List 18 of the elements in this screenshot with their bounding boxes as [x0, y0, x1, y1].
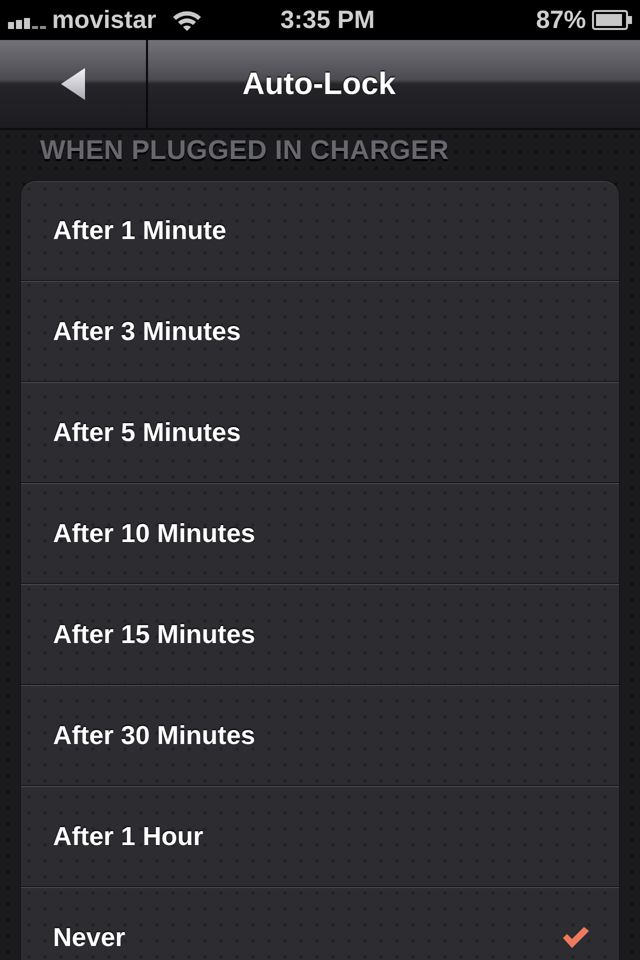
battery-percent: 87% — [536, 6, 586, 34]
option-row[interactable]: After 1 Hour — [21, 787, 619, 887]
back-icon — [61, 68, 85, 100]
option-row[interactable]: After 1 Minute — [21, 181, 619, 281]
option-row[interactable]: After 15 Minutes — [21, 585, 619, 685]
option-row[interactable]: After 30 Minutes — [21, 686, 619, 786]
option-row[interactable]: After 10 Minutes — [21, 484, 619, 584]
battery-icon — [592, 10, 632, 30]
option-row[interactable]: After 5 Minutes — [21, 383, 619, 483]
screen-title: Auto-Lock — [242, 66, 396, 102]
checkmark-icon — [563, 927, 589, 948]
option-row[interactable]: Never — [21, 888, 619, 960]
carrier-name: movistar — [52, 6, 156, 34]
option-row[interactable]: After 3 Minutes — [21, 282, 619, 382]
section-header: WHEN PLUGGED IN CHARGER — [39, 134, 450, 167]
signal-icon — [8, 15, 46, 29]
status-time: 3:35 PM — [280, 6, 375, 34]
wifi-icon — [172, 9, 202, 31]
